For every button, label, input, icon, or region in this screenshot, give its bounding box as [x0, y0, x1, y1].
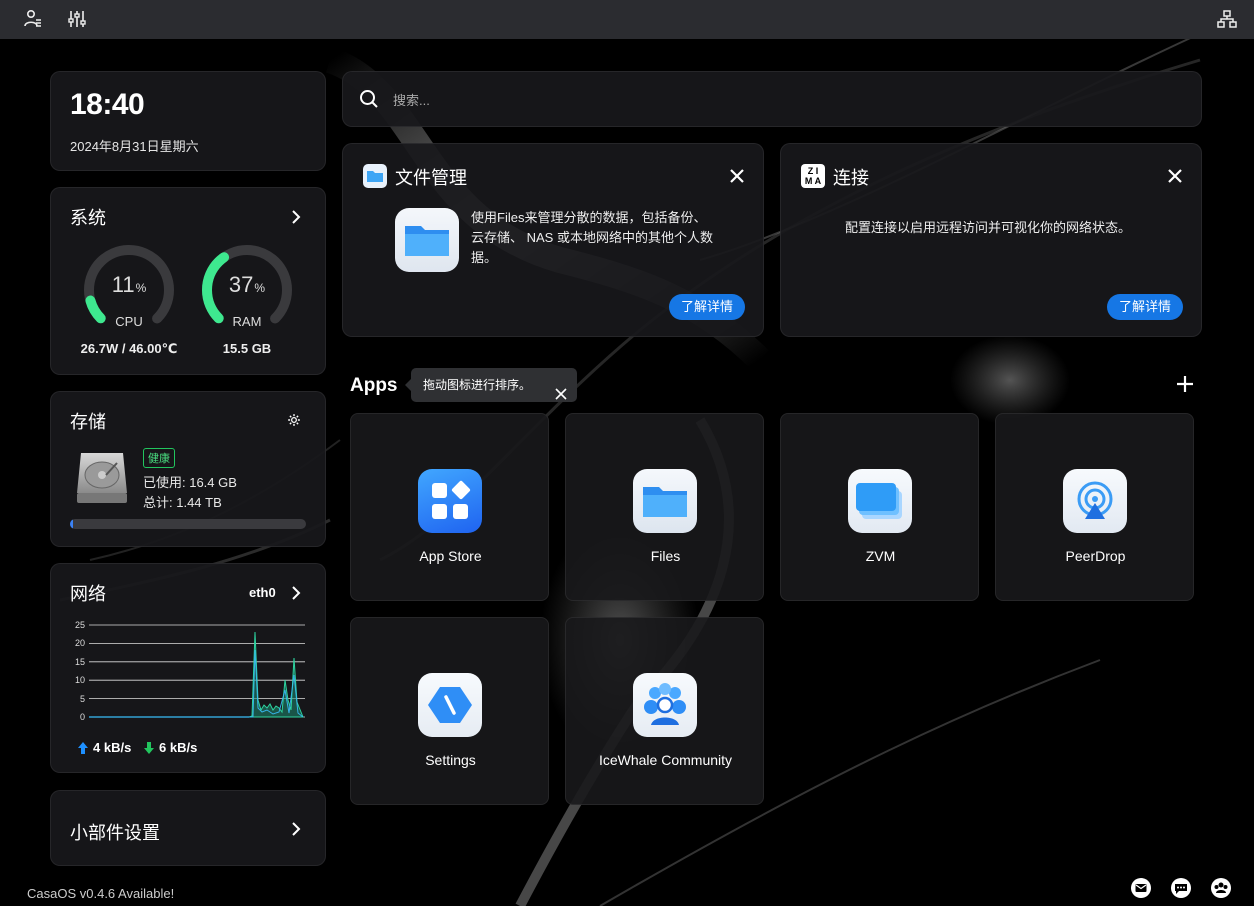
- app-tile-app-store[interactable]: App Store: [350, 413, 549, 601]
- community-people-icon[interactable]: [1210, 877, 1232, 899]
- app-name: App Store: [419, 548, 482, 564]
- search-icon: [359, 89, 379, 109]
- search-input[interactable]: [393, 90, 1173, 110]
- clock-date: 2024年8月31日星期六: [70, 139, 199, 154]
- network-interface[interactable]: eth0: [249, 585, 276, 600]
- chat-icon[interactable]: [1170, 877, 1192, 899]
- files-app-icon: [395, 208, 459, 272]
- ram-label: RAM: [232, 314, 262, 329]
- cpu-detail: 26.7W / 46.00℃: [80, 341, 178, 356]
- app-tile-icewhale-community[interactable]: IceWhale Community: [565, 617, 764, 805]
- connect-info-card: Z IM A 连接 配置连接以启用远程访问并可视化你的网络状态。 了解详情: [780, 143, 1202, 337]
- storage-widget: 存储 健康 已使用: 16.4 GB 总计: 1.44 TB: [50, 391, 326, 547]
- ram-usage-value: 37%: [228, 272, 266, 297]
- storage-progress-bar: [70, 519, 306, 529]
- app-tile-zvm[interactable]: ZVM: [780, 413, 979, 601]
- top-bar: [0, 0, 1254, 39]
- network-widget: 网络 eth0 25 20 15 10 5 0 4 kB/s 6 kB/s: [50, 563, 326, 773]
- apps-title: Apps: [350, 375, 398, 396]
- app-store-icon: [418, 469, 482, 533]
- files-info-card: 文件管理 使用Files来管理分散的数据，包括备份、 云存储、 NAS 或本地网…: [342, 143, 764, 337]
- network-y-tick: 15: [74, 656, 85, 667]
- ram-detail: 15.5 GB: [222, 341, 272, 356]
- connect-card-title: 连接: [833, 168, 869, 188]
- system-title: 系统: [70, 208, 106, 228]
- account-icon[interactable]: [22, 8, 44, 30]
- app-name: Settings: [425, 752, 476, 768]
- widget-settings-button[interactable]: 小部件设置: [50, 790, 326, 866]
- peerdrop-broadcast-icon: [1063, 469, 1127, 533]
- cpu-usage-value: 11%: [111, 272, 147, 297]
- zvm-icon: [848, 469, 912, 533]
- app-tile-settings[interactable]: Settings: [350, 617, 549, 805]
- storage-used: 已使用: 16.4 GB: [143, 475, 237, 490]
- clock-widget: 18:40 2024年8月31日星期六: [50, 71, 326, 171]
- upload-arrow-icon: [77, 741, 89, 755]
- network-y-tick: 25: [74, 620, 85, 630]
- cpu-gauge: 11% CPU: [81, 242, 177, 338]
- settings-sliders-icon[interactable]: [66, 8, 88, 30]
- mail-icon[interactable]: [1130, 877, 1152, 899]
- folder-icon: [363, 164, 387, 188]
- hard-drive-icon: [73, 449, 131, 507]
- sort-tooltip: 拖动图标进行排序。: [405, 368, 577, 402]
- sort-tooltip-text: 拖动图标进行排序。: [423, 378, 532, 392]
- health-badge: 健康: [143, 448, 175, 468]
- network-y-tick: 5: [79, 693, 85, 704]
- chevron-right-icon[interactable]: [289, 586, 303, 600]
- widget-settings-title: 小部件设置: [70, 823, 160, 843]
- update-available-link[interactable]: CasaOS v0.4.6 Available!: [27, 886, 174, 901]
- settings-app-icon: [418, 673, 482, 737]
- storage-total: 总计: 1.44 TB: [143, 495, 222, 510]
- storage-progress-fill: [70, 519, 73, 529]
- storage-title: 存储: [70, 412, 106, 432]
- network-title: 网络: [70, 584, 106, 604]
- gear-icon[interactable]: [287, 413, 305, 431]
- app-name: ZVM: [865, 548, 896, 564]
- network-y-tick: 0: [79, 712, 85, 722]
- app-name: IceWhale Community: [598, 752, 733, 768]
- search-bar[interactable]: [342, 71, 1202, 127]
- close-icon[interactable]: [555, 379, 567, 400]
- files-learn-more-button[interactable]: 了解详情: [669, 294, 746, 320]
- chevron-right-icon[interactable]: [289, 822, 303, 836]
- download-arrow-icon: [143, 741, 155, 755]
- system-widget: 系统 11% CPU 26.7W / 46.00℃ 37% RAM 15.5 G…: [50, 187, 326, 375]
- cpu-label: CPU: [115, 314, 143, 329]
- files-card-text: 使用Files来管理分散的数据，包括备份、 云存储、 NAS 或本地网络中的其他…: [471, 210, 713, 265]
- app-name: Files: [650, 548, 681, 564]
- close-icon[interactable]: [729, 168, 745, 184]
- network-topology-icon[interactable]: [1216, 8, 1238, 30]
- ram-gauge: 37% RAM: [199, 242, 295, 338]
- app-tile-peerdrop[interactable]: PeerDrop: [995, 413, 1194, 601]
- close-icon[interactable]: [1167, 168, 1183, 184]
- app-tile-files[interactable]: Files: [565, 413, 764, 601]
- files-card-title: 文件管理: [395, 168, 467, 188]
- app-name: PeerDrop: [1065, 548, 1126, 564]
- network-chart: [89, 624, 305, 718]
- zima-logo-icon: Z IM A: [801, 164, 825, 188]
- network-y-tick: 20: [74, 638, 85, 649]
- network-y-tick: 10: [74, 675, 85, 686]
- connect-learn-more-button[interactable]: 了解详情: [1107, 294, 1184, 320]
- community-icon: [633, 673, 697, 737]
- clock-time: 18:40: [70, 88, 145, 121]
- add-app-icon[interactable]: [1176, 375, 1194, 393]
- download-speed: 6 kB/s: [159, 740, 198, 755]
- upload-speed: 4 kB/s: [93, 740, 132, 755]
- connect-card-text: 配置连接以启用远程访问并可视化你的网络状态。: [845, 220, 1132, 235]
- chevron-right-icon[interactable]: [289, 210, 303, 224]
- files-folder-icon: [633, 469, 697, 533]
